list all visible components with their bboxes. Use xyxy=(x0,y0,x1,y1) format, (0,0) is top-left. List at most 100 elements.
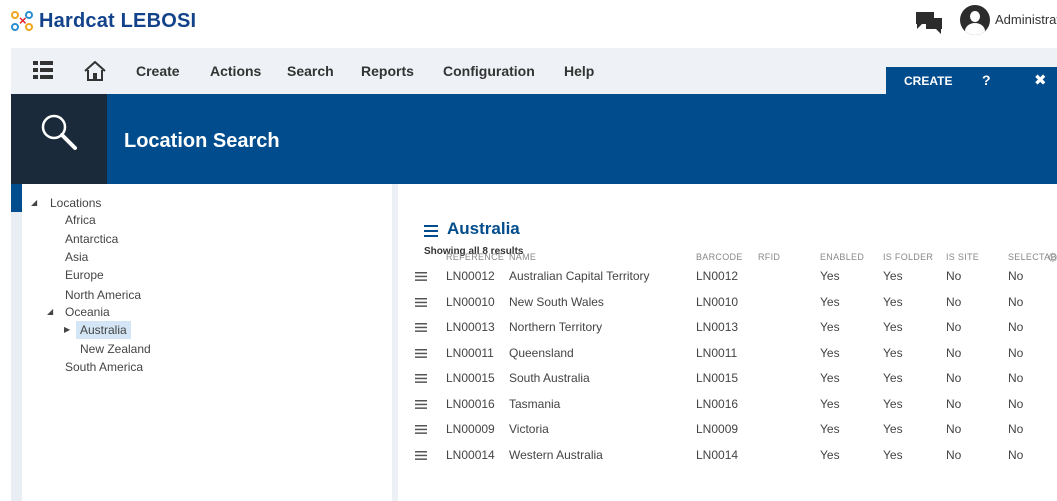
tree-node-new-zealand[interactable]: New Zealand xyxy=(80,342,151,356)
tree-node-south-america[interactable]: South America xyxy=(65,360,143,374)
menu-configuration[interactable]: Configuration xyxy=(443,63,535,79)
tree-node-australia[interactable]: Australia xyxy=(76,321,131,339)
close-icon[interactable]: ✖ xyxy=(1034,71,1047,89)
drag-handle-icon[interactable] xyxy=(415,323,427,332)
table-row[interactable]: LN00015 South Australia LN0015 Yes Yes No No xyxy=(398,366,1057,391)
cell-is-site: No xyxy=(946,371,962,385)
cell-is-site: No xyxy=(946,422,962,436)
drag-handle-icon[interactable] xyxy=(415,374,427,383)
cell-selectable: No xyxy=(1008,396,1024,411)
create-panel-header: CREATE ? ✖ xyxy=(886,67,1057,94)
table-row[interactable]: LN00012 Australian Capital Territory LN001… xyxy=(398,264,1057,289)
brand-name: Hardcat LEBOSI xyxy=(39,9,197,32)
cell-reference: LN00012 xyxy=(446,269,495,283)
cell-enabled: Yes xyxy=(820,422,840,436)
cell-enabled: Yes xyxy=(820,371,840,385)
cell-enabled: Yes xyxy=(820,447,840,462)
cell-is-site: No xyxy=(946,320,962,334)
column-header-is-site[interactable]: IS SITE xyxy=(946,252,979,262)
drag-handle-icon[interactable] xyxy=(415,399,427,409)
grid-menu-icon[interactable] xyxy=(33,61,53,79)
cell-name: Australian Capital Territory xyxy=(509,269,650,283)
drag-handle-icon[interactable] xyxy=(415,272,427,281)
create-panel-button[interactable]: CREATE xyxy=(904,74,952,88)
cell-name: South Australia xyxy=(509,371,590,385)
cell-is-site: No xyxy=(946,345,962,360)
chat-icon[interactable] xyxy=(914,8,944,34)
cell-reference: LN00015 xyxy=(446,371,495,385)
cell-enabled: Yes xyxy=(820,396,840,411)
cell-barcode: LN0010 xyxy=(696,294,739,309)
drag-handle-icon[interactable] xyxy=(415,425,427,434)
column-header-rfid[interactable]: RFID xyxy=(758,252,780,262)
cell-reference: LN00013 xyxy=(446,320,495,334)
expand-toggle-icon[interactable]: ◢ xyxy=(31,196,37,210)
tree-node-locations[interactable]: Locations xyxy=(50,196,101,210)
cell-barcode: LN0014 xyxy=(696,447,739,462)
cell-barcode: LN0016 xyxy=(696,396,739,411)
cell-enabled: Yes xyxy=(820,320,840,334)
cell-barcode: LN0011 xyxy=(696,345,738,360)
drag-handle-icon[interactable] xyxy=(415,297,427,307)
drag-handle-icon[interactable] xyxy=(415,450,427,460)
table-row[interactable]: LN00013 Northern Territory LN0013 Yes Yes No N… xyxy=(398,315,1057,340)
menu-create[interactable]: Create xyxy=(136,63,180,79)
table-row[interactable]: LN00011 Queensland LN0011 Yes Yes No No xyxy=(398,341,1057,366)
cell-enabled: Yes xyxy=(820,345,840,360)
cell-reference: LN00016 xyxy=(446,396,495,411)
cell-is-site: No xyxy=(946,447,962,462)
menu-help[interactable]: Help xyxy=(564,63,594,79)
tree-node-europe[interactable]: Europe xyxy=(65,268,104,282)
column-header-enabled[interactable]: ENABLED xyxy=(820,252,864,262)
cell-barcode: LN0015 xyxy=(696,371,739,385)
cell-enabled: Yes xyxy=(820,294,840,309)
column-header-barcode[interactable]: BARCODE xyxy=(696,252,743,262)
table-row[interactable]: LN00009 Victoria LN0009 Yes Yes No No xyxy=(398,417,1057,442)
cell-name: Western Australia xyxy=(509,447,603,462)
user-avatar-icon[interactable] xyxy=(960,5,990,35)
table-row[interactable]: LN00010 New South Wales LN0010 Yes Yes No No xyxy=(398,290,1057,315)
tree-node-asia[interactable]: Asia xyxy=(65,250,88,264)
main-menu-bar: Create Actions Search Reports Configurat… xyxy=(11,48,1057,94)
side-tab[interactable] xyxy=(11,184,22,212)
cell-is-site: No xyxy=(946,294,962,309)
cell-name: Victoria xyxy=(509,422,549,436)
cell-is-folder: Yes xyxy=(883,422,903,436)
cell-selectable: No xyxy=(1008,269,1024,283)
list-icon[interactable] xyxy=(424,225,438,237)
tree-node-africa[interactable]: Africa xyxy=(65,213,96,227)
home-icon[interactable] xyxy=(84,61,106,81)
cell-is-folder: Yes xyxy=(883,294,903,309)
table-row[interactable]: LN00016 Tasmania LN0016 Yes Yes No No xyxy=(398,392,1057,417)
help-icon[interactable]: ? xyxy=(982,72,991,88)
page-header: Location Search xyxy=(11,94,1057,184)
search-icon xyxy=(41,114,77,150)
cell-selectable: No xyxy=(1008,422,1024,436)
column-header-is-folder[interactable]: IS FOLDER xyxy=(883,252,933,262)
collapsed-toggle-icon[interactable]: ▶ xyxy=(64,323,70,337)
cell-is-site: No xyxy=(946,269,962,283)
tree-node-north-america[interactable]: North America xyxy=(65,288,141,302)
drag-handle-icon[interactable] xyxy=(415,348,427,358)
cell-is-folder: Yes xyxy=(883,269,903,283)
expand-toggle-icon[interactable]: ◢ xyxy=(47,305,53,319)
menu-actions[interactable]: Actions xyxy=(210,63,261,79)
cell-is-site: No xyxy=(946,396,962,411)
cell-name: Queensland xyxy=(509,345,574,360)
column-header-selectable[interactable]: SELECTAB... xyxy=(1008,252,1057,262)
tree-node-antarctica[interactable]: Antarctica xyxy=(65,232,118,246)
cell-name: New South Wales xyxy=(509,294,604,309)
user-name[interactable]: Administrat xyxy=(995,12,1057,27)
cell-is-folder: Yes xyxy=(883,371,903,385)
cell-selectable: No xyxy=(1008,294,1024,309)
cell-is-folder: Yes xyxy=(883,320,903,334)
cell-is-folder: Yes xyxy=(883,396,903,411)
table-row[interactable]: LN00014 Western Australia LN0014 Yes Yes No No xyxy=(398,443,1057,468)
cell-reference: LN00014 xyxy=(446,447,495,462)
column-header-name[interactable]: NAME xyxy=(509,252,536,262)
menu-reports[interactable]: Reports xyxy=(361,63,414,79)
tree-node-oceania[interactable]: Oceania xyxy=(65,305,110,319)
column-header-reference[interactable]: REFERENCE xyxy=(446,252,504,262)
menu-search[interactable]: Search xyxy=(287,63,334,79)
brand-logo[interactable]: × Hardcat LEBOSI xyxy=(11,8,196,34)
